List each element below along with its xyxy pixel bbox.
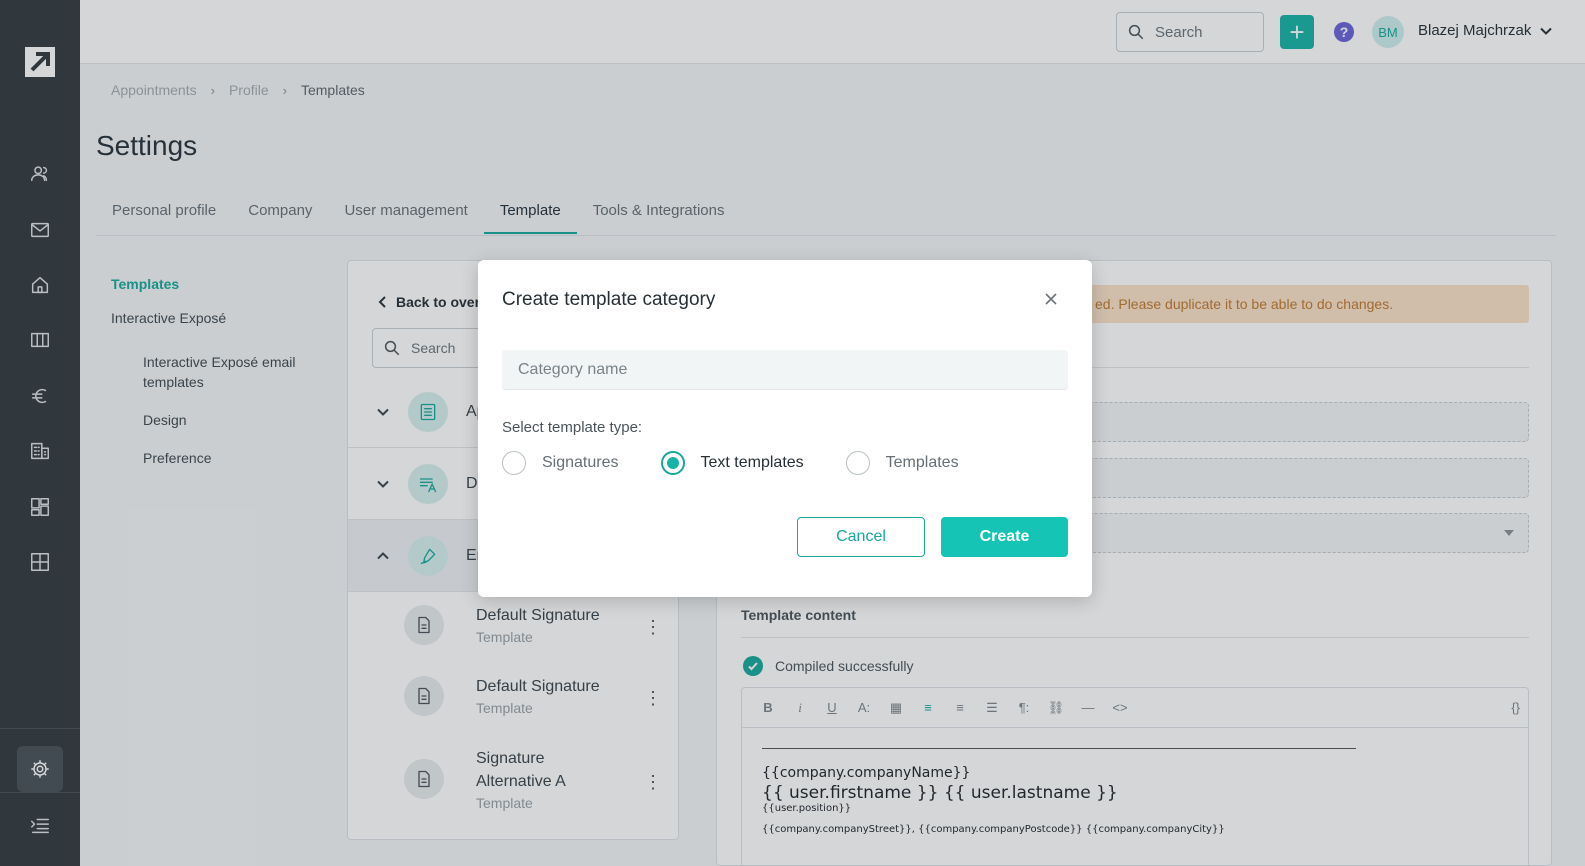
category-name-input[interactable] (502, 350, 1068, 390)
create-template-category-dialog: Create template category Select template… (478, 260, 1092, 597)
radio-label: Templates (885, 454, 959, 471)
radio-signatures[interactable]: Signatures (502, 451, 619, 475)
radio-label: Text templates (700, 454, 804, 471)
template-type-label: Select template type: (502, 419, 643, 436)
radio-button[interactable] (660, 451, 685, 475)
close-icon[interactable] (1044, 292, 1058, 306)
dialog-title: Create template category (502, 289, 716, 310)
cancel-button[interactable]: Cancel (797, 517, 925, 557)
template-type-radio-group: Signatures Text templates Templates (502, 451, 1001, 475)
create-button[interactable]: Create (941, 517, 1068, 557)
radio-templates[interactable]: Templates (845, 451, 959, 475)
radio-text-templates[interactable]: Text templates (660, 451, 804, 475)
radio-button[interactable] (845, 451, 870, 475)
radio-button[interactable] (502, 451, 526, 475)
radio-label: Signatures (542, 454, 619, 471)
